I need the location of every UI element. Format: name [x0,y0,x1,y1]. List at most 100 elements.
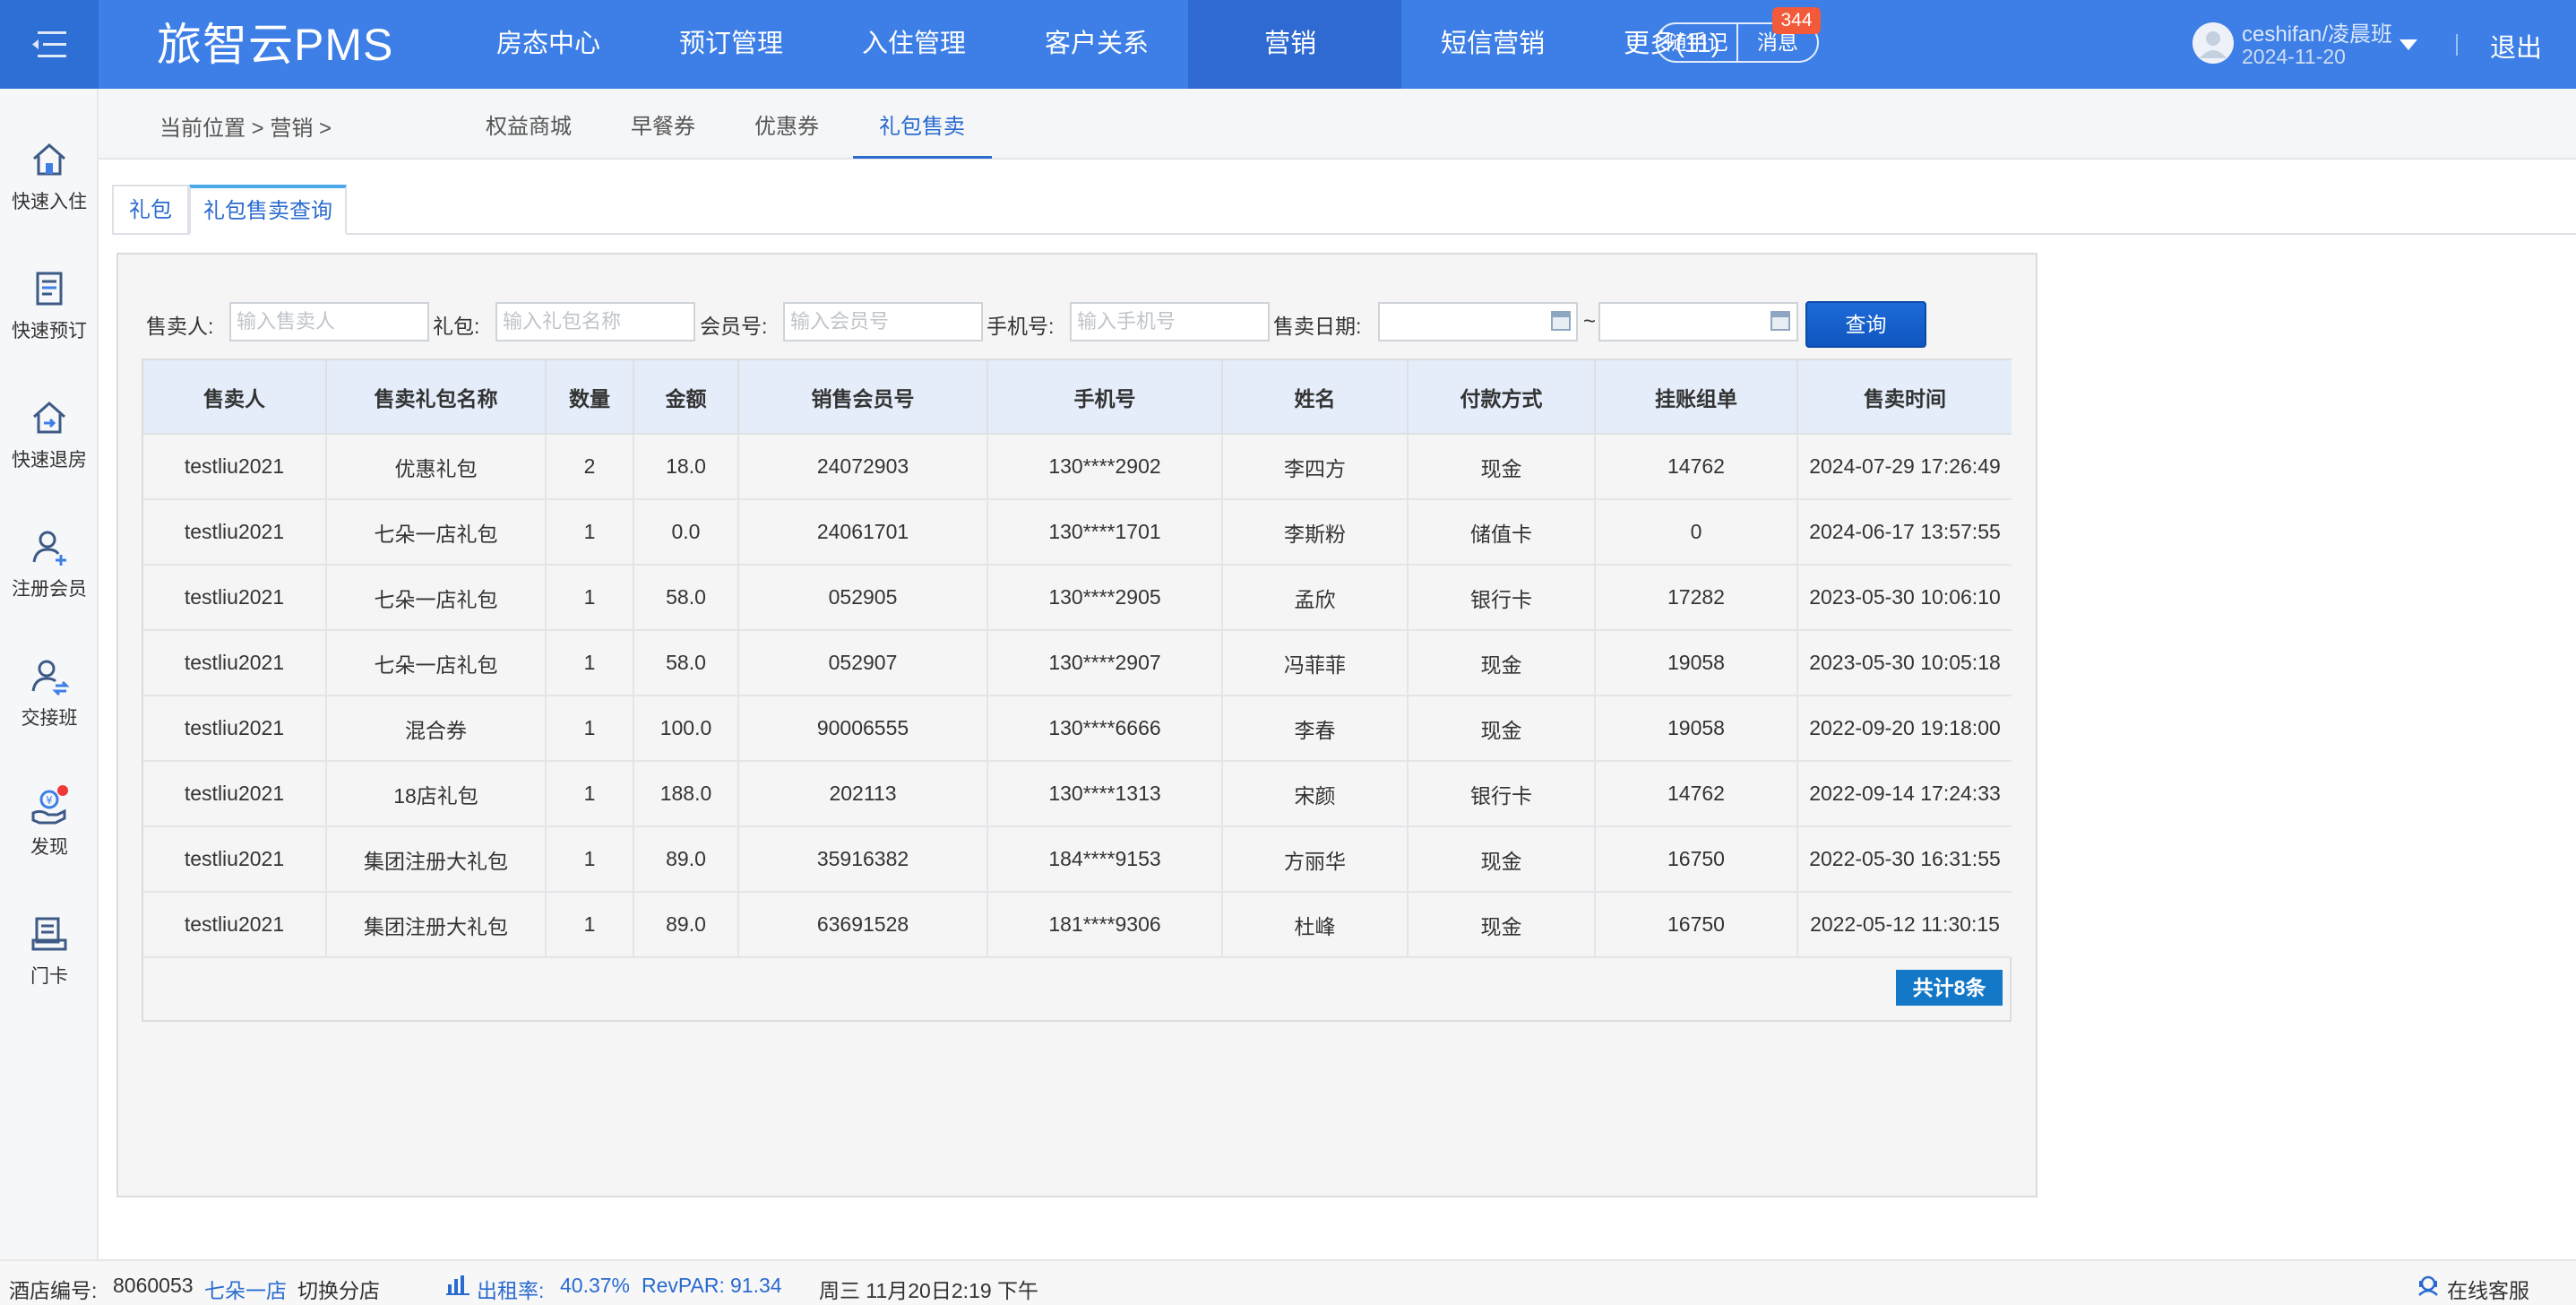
column-header[interactable]: 售卖时间 [1797,360,2012,435]
table-cell: 16750 [1595,892,1798,958]
tab-breakfast-coupon[interactable]: 早餐券 [631,108,695,140]
column-header[interactable]: 姓名 [1222,360,1409,435]
table-cell: 35916382 [738,826,988,893]
sidebar-item-door-card[interactable]: 门卡 [0,913,99,1012]
avatar[interactable] [2193,22,2234,64]
tab-rights-mall[interactable]: 权益商城 [486,108,572,140]
table-cell: 90006555 [738,696,988,762]
total-count-badge: 共计8条 [1896,970,2003,1006]
table-row[interactable]: testliu2021 七朵一店礼包 1 58.0 052907 130****2907 冯… [143,630,2012,696]
tab-package-sales[interactable]: 礼包售卖 [879,108,965,140]
logout-button[interactable]: 退出 [2490,27,2542,65]
table-cell: 130****2905 [987,565,1223,631]
table-cell: 七朵一店礼包 [326,499,547,566]
switch-branch-link[interactable]: 切换分店 [297,1274,380,1304]
hotel-name-link[interactable]: 七朵一店 [204,1274,287,1304]
table-cell: 2022-09-14 17:24:33 [1797,761,2012,827]
table-cell: 李四方 [1222,434,1409,500]
sidebar-item-quick-booking[interactable]: 快速预订 [0,268,99,367]
table-cell: 2022-09-20 19:18:00 [1797,696,2012,762]
table-cell: 现金 [1408,826,1596,893]
table-row[interactable]: testliu2021 混合券 1 100.0 90006555 130****6666 李… [143,696,2012,762]
nav-item-customers[interactable]: 客户关系 [1005,0,1188,89]
table-row[interactable]: testliu2021 优惠礼包 2 18.0 24072903 130****2902 李… [143,434,2012,500]
table-cell: 优惠礼包 [326,434,547,500]
sidebar-item-shift-handover[interactable]: 交接班 [0,655,99,754]
table-cell: 18.0 [633,434,739,500]
notes-button[interactable]: 随手记 [1658,24,1736,61]
calendar-icon[interactable] [1770,311,1790,331]
table-row[interactable]: testliu2021 18店礼包 1 188.0 202113 130****1313 宋… [143,761,2012,827]
table-cell: 2023-05-30 10:06:10 [1797,565,2012,631]
top-bar: 旅智云PMS 房态中心 预订管理 入住管理 客户关系 营销 短信营销 更多(11… [0,0,2576,89]
table-cell: 19058 [1595,630,1798,696]
table-cell: 集团注册大礼包 [326,826,547,893]
table-cell: 储值卡 [1408,499,1596,566]
messages-count-badge: 344 [1772,7,1821,34]
tab-baseline [112,233,2576,235]
sidebar-item-label: 快速入住 [12,192,87,212]
bar-chart-icon [446,1275,470,1295]
table-cell: 2023-05-30 10:05:18 [1797,630,2012,696]
column-header[interactable]: 售卖人 [143,360,327,435]
table-cell: 188.0 [633,761,739,827]
table-cell: 24061701 [738,499,988,566]
online-support-link[interactable]: 在线客服 [2447,1274,2529,1304]
nav-item-sms-marketing[interactable]: 短信营销 [1401,0,1584,89]
column-header[interactable]: 手机号 [987,360,1223,435]
sidebar-item-register-member[interactable]: 注册会员 [0,526,99,625]
table-cell: 58.0 [633,630,739,696]
nav-item-marketing[interactable]: 营销 [1188,0,1402,89]
table-cell: 冯菲菲 [1222,630,1409,696]
seller-input[interactable] [229,302,429,341]
table-row[interactable]: testliu2021 七朵一店礼包 1 0.0 24061701 130****1701… [143,499,2012,566]
add-member-icon [32,531,66,566]
tab-package[interactable]: 礼包 [112,185,189,235]
column-header[interactable]: 数量 [546,360,634,435]
package-input[interactable] [495,302,695,341]
nav-item-checkin[interactable]: 入住管理 [823,0,1005,89]
column-header[interactable]: 销售会员号 [738,360,988,435]
chevron-down-icon[interactable] [2399,39,2417,50]
phone-label: 手机号: [986,315,1055,338]
nav-item-room-status[interactable]: 房态中心 [457,0,640,89]
table-cell: 052905 [738,565,988,631]
column-header[interactable]: 付款方式 [1408,360,1596,435]
column-header[interactable]: 金额 [633,360,739,435]
menu-toggle-button[interactable] [0,0,99,89]
table-cell: 130****6666 [987,696,1223,762]
tab-coupon[interactable]: 优惠券 [754,108,819,140]
sidebar-item-label: 发现 [30,837,68,858]
column-header[interactable]: 售卖礼包名称 [326,360,547,435]
booking-icon [36,272,63,306]
sub-nav: 当前位置 > 营销 > 权益商城 早餐券 优惠券 礼包售卖 [99,89,2576,160]
nav-item-reservations[interactable]: 预订管理 [640,0,823,89]
table-cell: 2024-07-29 17:26:49 [1797,434,2012,500]
menu-collapse-icon [32,30,66,57]
tab-package-sales-query[interactable]: 礼包售卖查询 [189,185,347,235]
table-cell: 集团注册大礼包 [326,892,547,958]
sidebar-item-label: 注册会员 [12,579,87,600]
table-row[interactable]: testliu2021 集团注册大礼包 1 89.0 63691528 181****93… [143,892,2012,958]
sidebar-item-quick-checkout[interactable]: 快速退房 [0,397,99,496]
date-from-input[interactable] [1378,302,1578,341]
table-cell: 杜峰 [1222,892,1409,958]
sidebar-item-quick-checkin[interactable]: 快速入住 [0,139,99,238]
phone-input[interactable] [1070,302,1270,341]
query-button[interactable]: 查询 [1805,301,1926,348]
table-cell: testliu2021 [143,499,327,566]
sales-table: 售卖人 售卖礼包名称 数量 金额 销售会员号 手机号 姓名 付款方式 挂账组单 … [143,360,2012,958]
user-name[interactable]: ceshifan/凌晨班 [2242,16,2392,48]
column-header[interactable]: 挂账组单 [1595,360,1798,435]
table-row[interactable]: testliu2021 集团注册大礼包 1 89.0 35916382 184****91… [143,826,2012,893]
table-cell: 宋颜 [1222,761,1409,827]
table-cell: 19058 [1595,696,1798,762]
table-cell: 58.0 [633,565,739,631]
sidebar-item-discover[interactable]: ¥ 发现 [0,784,99,883]
table-row[interactable]: testliu2021 七朵一店礼包 1 58.0 052905 130****2905 孟… [143,565,2012,631]
member-input[interactable] [783,302,983,341]
member-label: 会员号: [700,315,768,338]
calendar-icon[interactable] [1551,311,1571,331]
date-to-input[interactable] [1598,302,1798,341]
table-cell: 130****1313 [987,761,1223,827]
